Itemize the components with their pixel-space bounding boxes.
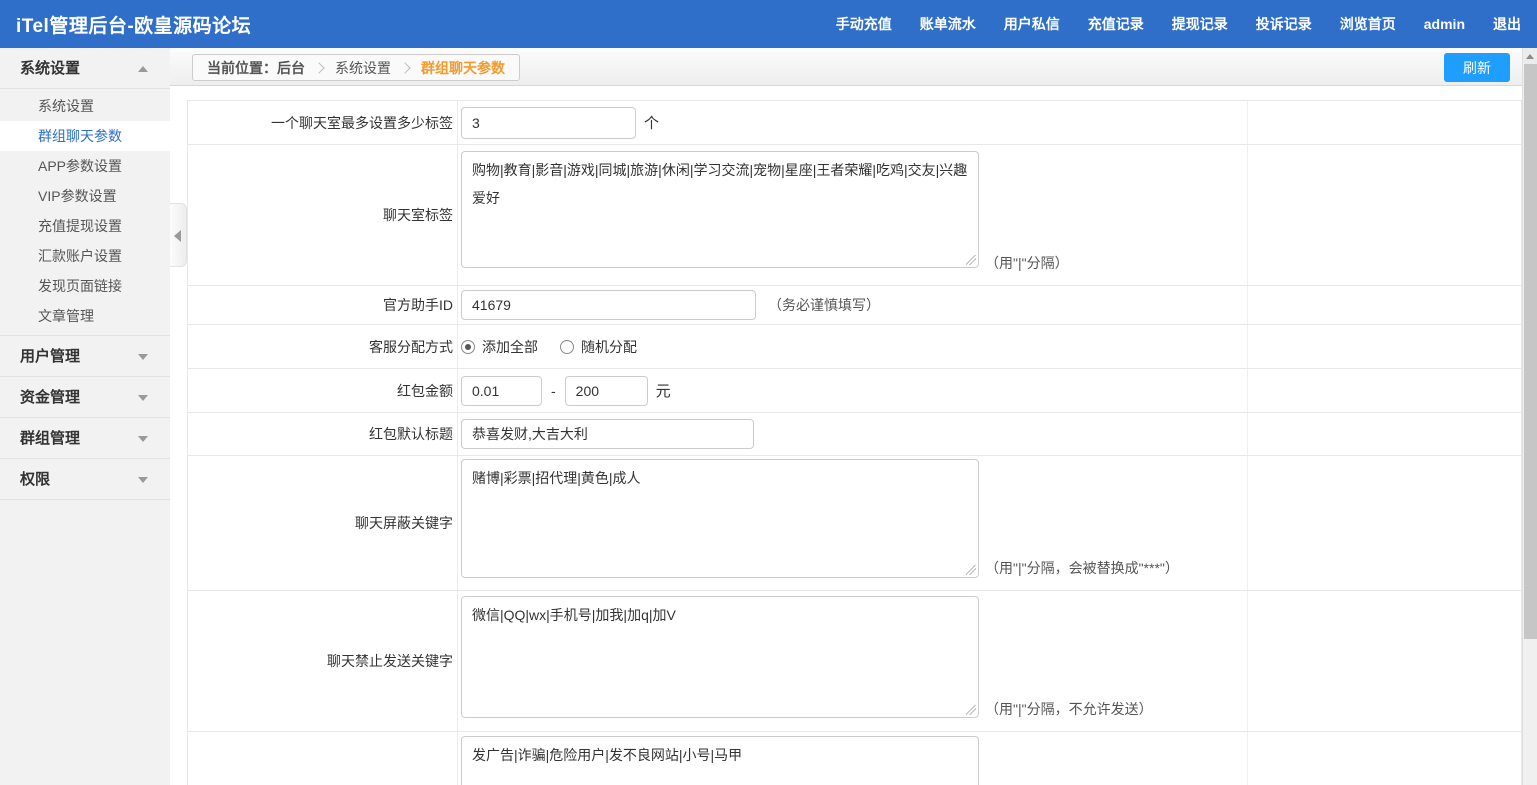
chevron-down-icon: [138, 395, 148, 401]
sidebar-item-recharge-withdraw-settings[interactable]: 充值提现设置: [0, 211, 170, 241]
radio-label: 随机分配: [581, 338, 637, 355]
report-tags-textarea[interactable]: 发广告|诈骗|危险用户|发不良网站|小号|马甲: [461, 736, 979, 785]
menu-item-withdraw-records[interactable]: 提现记录: [1172, 14, 1228, 34]
field-label: 客服分配方式: [188, 325, 458, 368]
sidebar-section-label: 系统设置: [20, 60, 81, 77]
sidebar-section-permissions[interactable]: 权限: [0, 459, 170, 500]
blocked-keywords-textarea[interactable]: 赌博|彩票|招代理|黄色|成人: [461, 459, 979, 578]
sidebar-section-label: 资金管理: [20, 389, 81, 406]
sidebar-section-fund-management[interactable]: 资金管理: [0, 377, 170, 418]
sidebar-collapse-handle[interactable]: [170, 203, 187, 267]
chevron-right-icon: [399, 61, 411, 74]
sidebar-section-label: 群组管理: [20, 430, 81, 447]
field-hint: （用"|"分隔，会被替换成"***"）: [985, 560, 1179, 576]
radio-add-all[interactable]: 添加全部: [461, 337, 538, 357]
form-row-official-assistant-id: 官方助手ID （务必谨慎填写）: [188, 286, 1521, 325]
unit-suffix: 个: [644, 115, 660, 132]
chevron-right-icon: [313, 61, 325, 74]
redpacket-max-input[interactable]: [564, 375, 648, 406]
form-row-forbidden-keywords: 聊天禁止发送关键字 微信|QQ|wx|手机号|加我|加q|加V （用"|"分隔，…: [188, 591, 1521, 732]
chevron-down-icon: [138, 436, 148, 442]
breadcrumb-item-current: 群组聊天参数: [421, 59, 505, 76]
max-tags-input[interactable]: [461, 106, 636, 139]
forbidden-keywords-textarea[interactable]: 微信|QQ|wx|手机号|加我|加q|加V: [461, 596, 979, 718]
field-label: 官方助手ID: [188, 286, 458, 324]
breadcrumb: 当前位置：后台 系统设置 群组聊天参数: [192, 54, 520, 81]
redpacket-title-input[interactable]: [461, 419, 754, 449]
chevron-down-icon: [138, 354, 148, 360]
official-assistant-id-input[interactable]: [461, 290, 756, 320]
field-hint: （务必谨慎填写）: [768, 297, 880, 313]
radio-unselected-icon: [560, 339, 574, 354]
field-hint: （用"|"分隔）: [985, 255, 1069, 271]
navbar-menu: 手动充值 账单流水 用户私信 充值记录 提现记录 投诉记录 浏览首页 admin…: [808, 14, 1537, 34]
refresh-button[interactable]: 刷新: [1444, 53, 1510, 82]
redpacket-min-input[interactable]: [461, 375, 542, 406]
field-label: 红包金额: [188, 369, 458, 412]
field-label: [188, 732, 458, 785]
field-label: 聊天禁止发送关键字: [188, 591, 458, 731]
form-row-blocked-keywords: 聊天屏蔽关键字 赌博|彩票|招代理|黄色|成人 （用"|"分隔，会被替换成"**…: [188, 456, 1521, 591]
settings-form: 一个聊天室最多设置多少标签 个 聊天室标签 购物|教育|影音|游戏|同城|旅游|…: [187, 100, 1522, 785]
sidebar-item-group-chat-params[interactable]: 群组聊天参数: [0, 121, 170, 151]
radio-random-assign[interactable]: 随机分配: [560, 337, 637, 357]
app-title: iTel管理后台-欧皇源码论坛: [16, 15, 252, 37]
range-dash: -: [551, 382, 556, 399]
sidebar-item-app-params[interactable]: APP参数设置: [0, 151, 170, 181]
sidebar-submenu: 系统设置 群组聊天参数 APP参数设置 VIP参数设置 充值提现设置 汇款账户设…: [0, 89, 170, 336]
sidebar-section-label: 用户管理: [20, 348, 81, 365]
vertical-scrollbar[interactable]: [1522, 48, 1537, 785]
chevron-up-icon: [138, 66, 148, 72]
form-row-chatroom-tags: 聊天室标签 购物|教育|影音|游戏|同城|旅游|休闲|学习交流|宠物|星座|王者…: [188, 145, 1521, 286]
breadcrumb-bar: 当前位置：后台 系统设置 群组聊天参数 刷新: [170, 48, 1522, 86]
sidebar: 系统设置 系统设置 群组聊天参数 APP参数设置 VIP参数设置 充值提现设置 …: [0, 48, 170, 785]
chatroom-tags-textarea[interactable]: 购物|教育|影音|游戏|同城|旅游|休闲|学习交流|宠物|星座|王者荣耀|吃鸡|…: [461, 151, 979, 268]
field-label: 聊天屏蔽关键字: [188, 456, 458, 590]
sidebar-item-remit-account-settings[interactable]: 汇款账户设置: [0, 241, 170, 271]
menu-item-user-messages[interactable]: 用户私信: [1004, 14, 1060, 34]
sidebar-section-group-management[interactable]: 群组管理: [0, 418, 170, 459]
field-label: 红包默认标题: [188, 413, 458, 455]
menu-item-view-homepage[interactable]: 浏览首页: [1340, 14, 1396, 34]
sidebar-section-label: 权限: [20, 471, 51, 488]
menu-item-admin-account[interactable]: admin: [1424, 16, 1465, 32]
menu-item-complaint-records[interactable]: 投诉记录: [1256, 14, 1312, 34]
sidebar-item-system-settings[interactable]: 系统设置: [0, 91, 170, 121]
radio-selected-icon: [461, 339, 475, 354]
form-row-redpacket-amount: 红包金额 - 元: [188, 369, 1521, 413]
form-row-report-tags: 发广告|诈骗|危险用户|发不良网站|小号|马甲: [188, 732, 1521, 785]
scrollbar-up-arrow-icon[interactable]: [1523, 48, 1537, 64]
menu-item-manual-recharge[interactable]: 手动充值: [836, 14, 892, 34]
menu-item-bill-flow[interactable]: 账单流水: [920, 14, 976, 34]
field-label: 一个聊天室最多设置多少标签: [188, 101, 458, 144]
sidebar-item-discover-page-links[interactable]: 发现页面链接: [0, 271, 170, 301]
admin-page: iTel管理后台-欧皇源码论坛 手动充值 账单流水 用户私信 充值记录 提现记录…: [0, 0, 1537, 785]
breadcrumb-item-system-settings[interactable]: 系统设置: [335, 58, 391, 78]
menu-item-logout[interactable]: 退出: [1493, 14, 1521, 34]
field-label: 聊天室标签: [188, 145, 458, 285]
menu-item-recharge-records[interactable]: 充值记录: [1088, 14, 1144, 34]
form-row-max-tags: 一个聊天室最多设置多少标签 个: [188, 101, 1521, 145]
sidebar-section-user-management[interactable]: 用户管理: [0, 336, 170, 377]
field-hint: （用"|"分隔，不允许发送）: [985, 701, 1153, 717]
unit-suffix: 元: [655, 383, 671, 400]
scrollbar-thumb[interactable]: [1524, 64, 1537, 639]
chevron-left-icon: [174, 230, 181, 242]
sidebar-section-system-settings[interactable]: 系统设置: [0, 48, 170, 89]
form-row-redpacket-title: 红包默认标题: [188, 413, 1521, 456]
sidebar-item-vip-params[interactable]: VIP参数设置: [0, 181, 170, 211]
form-row-service-assign-mode: 客服分配方式 添加全部 随机分配: [188, 325, 1521, 369]
sidebar-item-article-management[interactable]: 文章管理: [0, 301, 170, 331]
radio-label: 添加全部: [482, 338, 538, 355]
breadcrumb-location: 当前位置：后台: [207, 59, 305, 76]
chevron-down-icon: [138, 477, 148, 483]
top-navbar: iTel管理后台-欧皇源码论坛 手动充值 账单流水 用户私信 充值记录 提现记录…: [0, 0, 1537, 48]
assign-mode-radio-group: 添加全部 随机分配: [461, 337, 659, 357]
